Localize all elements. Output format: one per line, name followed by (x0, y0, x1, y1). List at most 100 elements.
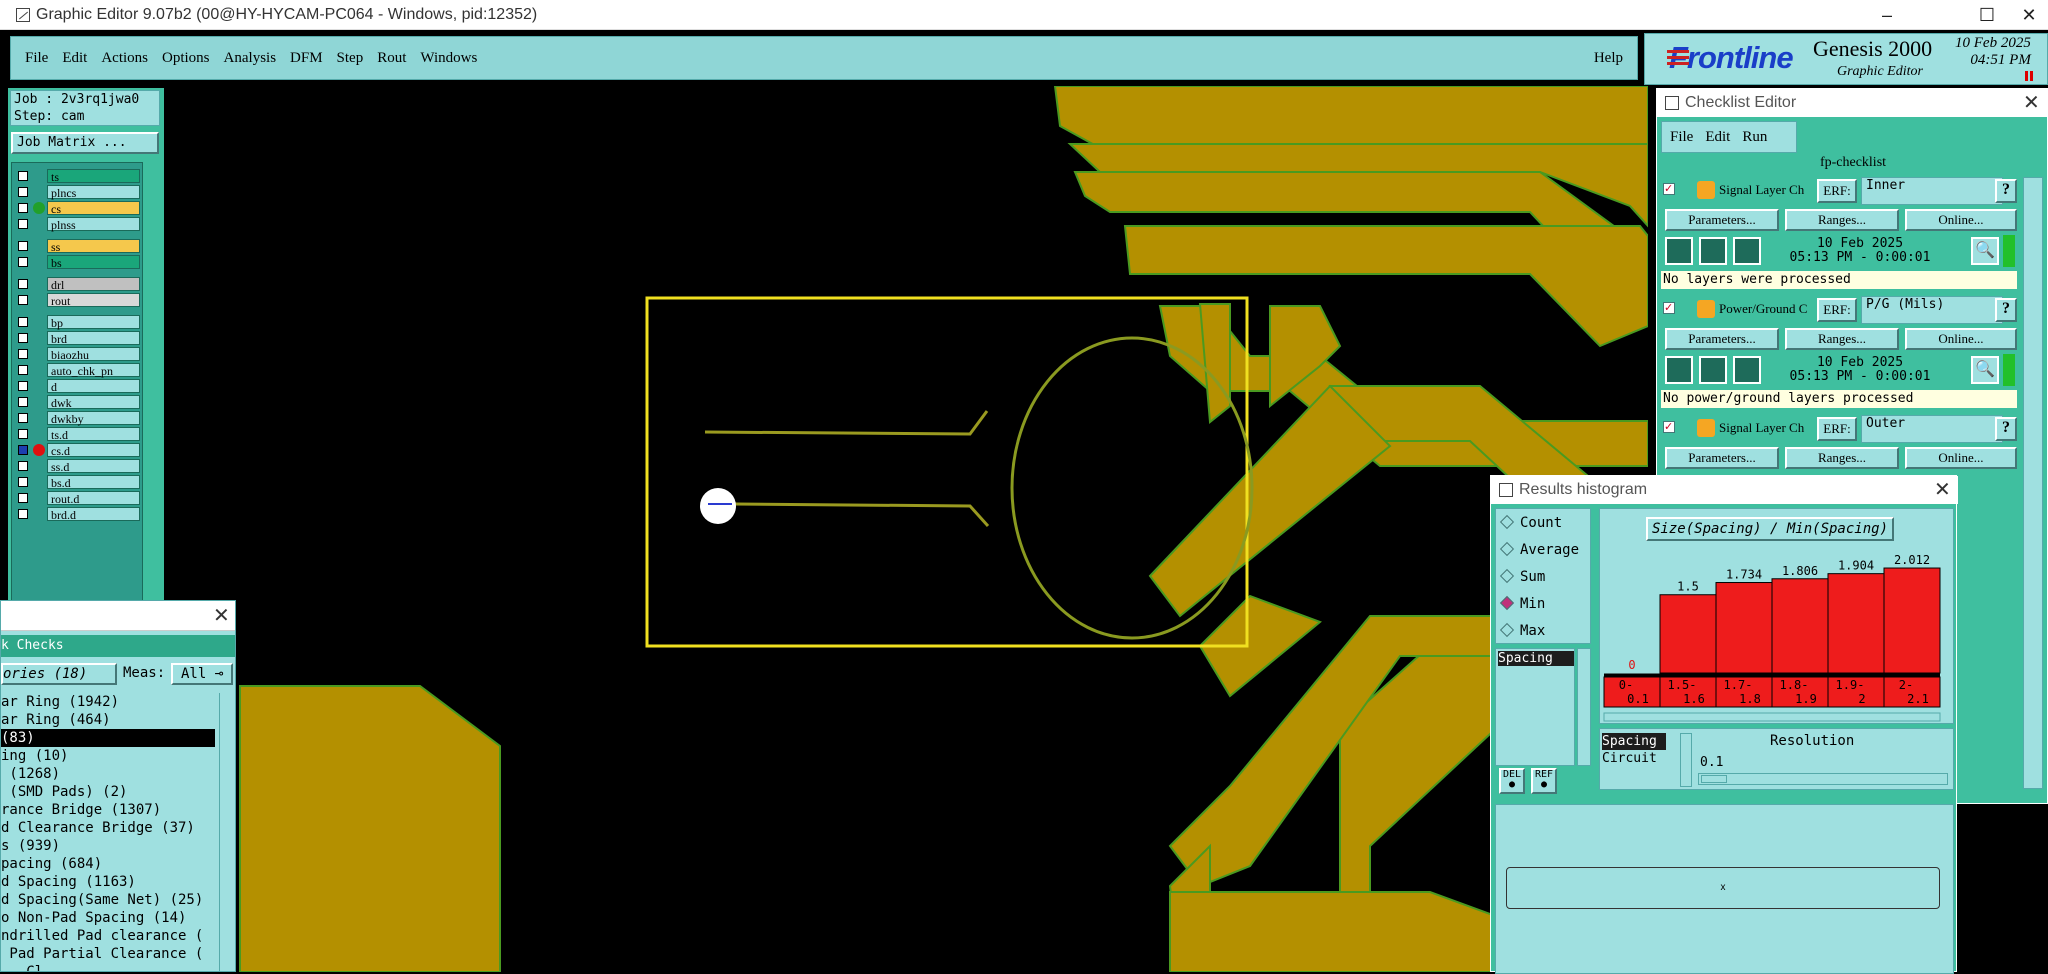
layer-name[interactable]: drl (47, 277, 140, 292)
del-button[interactable]: DEL ● (1499, 768, 1525, 794)
layer-row-brd[interactable]: brd (15, 331, 141, 346)
check-list-item[interactable]: (83) (1, 729, 215, 747)
check-list-item[interactable]: pacing (684) (1, 855, 215, 873)
mode-option-count[interactable]: Count (1499, 514, 1562, 531)
footer-field[interactable]: x (1506, 867, 1940, 909)
layer-checkbox[interactable] (18, 445, 28, 455)
layer-name[interactable]: ts.d (47, 427, 140, 442)
check-list-item[interactable]: d Clearance Bridge (37) (1, 819, 215, 837)
layer-checkbox[interactable] (18, 461, 28, 471)
layer-checkbox[interactable] (18, 317, 28, 327)
erf-value[interactable]: P/G (Mils) (1861, 296, 2003, 324)
mode-option-max[interactable]: Max (1499, 622, 1545, 639)
layer-name[interactable]: bs (47, 255, 140, 270)
mode-option-sum[interactable]: Sum (1499, 568, 1545, 585)
layer-name[interactable]: d (47, 379, 140, 394)
menu-dfm[interactable]: DFM (290, 50, 323, 67)
layer-scrollbar[interactable] (145, 162, 161, 622)
menu-analysis[interactable]: Analysis (224, 50, 277, 67)
entry-help-button[interactable]: ? (1995, 179, 2017, 203)
pause-icon[interactable] (2025, 71, 2033, 81)
layer-row-bs[interactable]: bs (15, 255, 141, 270)
mode-radio-icon[interactable] (1499, 568, 1515, 584)
layer-checkbox[interactable] (18, 257, 28, 267)
layer-row-ss-d[interactable]: ss.d (15, 459, 141, 474)
parameters-button[interactable]: Parameters... (1665, 447, 1779, 469)
checklist-menu-file[interactable]: File (1670, 129, 1693, 146)
check-list-item[interactable]: d Spacing(Same Net) (25) (1, 891, 215, 909)
layer-checkbox[interactable] (18, 365, 28, 375)
check-list-item[interactable]: Pad Partial Clearance ( (1, 945, 215, 963)
menu-file[interactable]: File (25, 50, 48, 67)
layer-name[interactable]: brd (47, 331, 140, 346)
layer-checkbox[interactable] (18, 333, 28, 343)
layer-checkbox[interactable] (18, 295, 28, 305)
layer-name[interactable]: auto_chk_pn (47, 363, 140, 378)
mode-radio-icon[interactable] (1499, 541, 1515, 557)
meas-dropdown[interactable]: All ⊸ (171, 663, 233, 685)
entry-checkbox[interactable]: ✓ (1663, 183, 1675, 195)
mode-option-average[interactable]: Average (1499, 541, 1579, 558)
run-all-icon[interactable] (1733, 237, 1761, 265)
layer-checkbox[interactable] (18, 241, 28, 251)
layer-name[interactable]: biaozhu (47, 347, 140, 362)
check-list-item[interactable]: d Spacing (1163) (1, 873, 215, 891)
checklist-menu-run[interactable]: Run (1742, 129, 1767, 146)
entry-help-button[interactable]: ? (1995, 417, 2017, 441)
histogram-bar[interactable] (1659, 594, 1717, 674)
layer-name[interactable]: cs (47, 201, 140, 216)
check-list-item[interactable]: ar Ring (1942) (1, 693, 215, 711)
menu-step[interactable]: Step (337, 50, 364, 67)
erf-value[interactable]: Inner (1861, 177, 2003, 205)
layer-checkbox[interactable] (18, 171, 28, 181)
entry-help-button[interactable]: ? (1995, 298, 2017, 322)
layer-row-bs-d[interactable]: bs.d (15, 475, 141, 490)
menu-help[interactable]: Help (1594, 50, 1623, 67)
ranges-button[interactable]: Ranges... (1785, 447, 1899, 469)
layer-row-plnss[interactable]: plnss (15, 217, 141, 232)
layer-name[interactable]: plncs (47, 185, 140, 200)
erf-value[interactable]: Outer (1861, 415, 2003, 443)
check-list-item[interactable]: o Non-Pad Spacing (14) (1, 909, 215, 927)
layer-name[interactable]: ss (47, 239, 140, 254)
item-spacing[interactable]: Spacing (1498, 651, 1574, 666)
check-list-item[interactable]: ing (10) (1, 747, 215, 765)
layer-row-dwk[interactable]: dwk (15, 395, 141, 410)
run-all-icon[interactable] (1733, 356, 1761, 384)
erf-button[interactable]: ERF: (1817, 298, 1857, 322)
histogram-bar[interactable] (1715, 582, 1773, 674)
layer-checkbox[interactable] (18, 397, 28, 407)
minimize-button[interactable]: – (1864, 0, 1910, 30)
close-histogram-icon[interactable]: ✕ (1934, 480, 1951, 500)
graphic-canvas[interactable] (170, 86, 1648, 972)
chart-scrollbar[interactable] (1603, 712, 1941, 722)
histogram-bar[interactable] (1827, 573, 1885, 674)
close-checklist-icon[interactable]: ✕ (2023, 93, 2040, 113)
layer-name[interactable]: cs.d (47, 443, 140, 458)
run-icon[interactable] (1665, 237, 1693, 265)
layer-checkbox[interactable] (18, 477, 28, 487)
layer-row-dwkby[interactable]: dwkby (15, 411, 141, 426)
close-report-icon[interactable]: ✕ (213, 606, 230, 626)
slider-thumb[interactable] (1701, 775, 1727, 783)
check-list-item[interactable]: (1268) (1, 765, 215, 783)
layer-row-rout[interactable]: rout (15, 293, 141, 308)
layer-checkbox[interactable] (18, 429, 28, 439)
menu-windows[interactable]: Windows (420, 50, 477, 67)
ranges-button[interactable]: Ranges... (1785, 209, 1899, 231)
layer-name[interactable]: bp (47, 315, 140, 330)
resolution-slider[interactable] (1698, 773, 1948, 785)
layer-checkbox[interactable] (18, 413, 28, 423)
entry-checkbox[interactable]: ✓ (1663, 421, 1675, 433)
histogram-bar[interactable] (1883, 567, 1941, 674)
run-icon[interactable] (1665, 356, 1693, 384)
layer-row-d[interactable]: d (15, 379, 141, 394)
job-matrix-button[interactable]: Job Matrix ... (11, 132, 159, 154)
layer-row-cs[interactable]: cs (15, 201, 141, 216)
layer-name[interactable]: rout.d (47, 491, 140, 506)
layer-name[interactable]: ss.d (47, 459, 140, 474)
ref-button[interactable]: REF ● (1531, 768, 1557, 794)
close-window-button[interactable]: ✕ (2010, 0, 2048, 30)
mode-radio-icon[interactable] (1499, 514, 1515, 530)
layer-checkbox[interactable] (18, 279, 28, 289)
